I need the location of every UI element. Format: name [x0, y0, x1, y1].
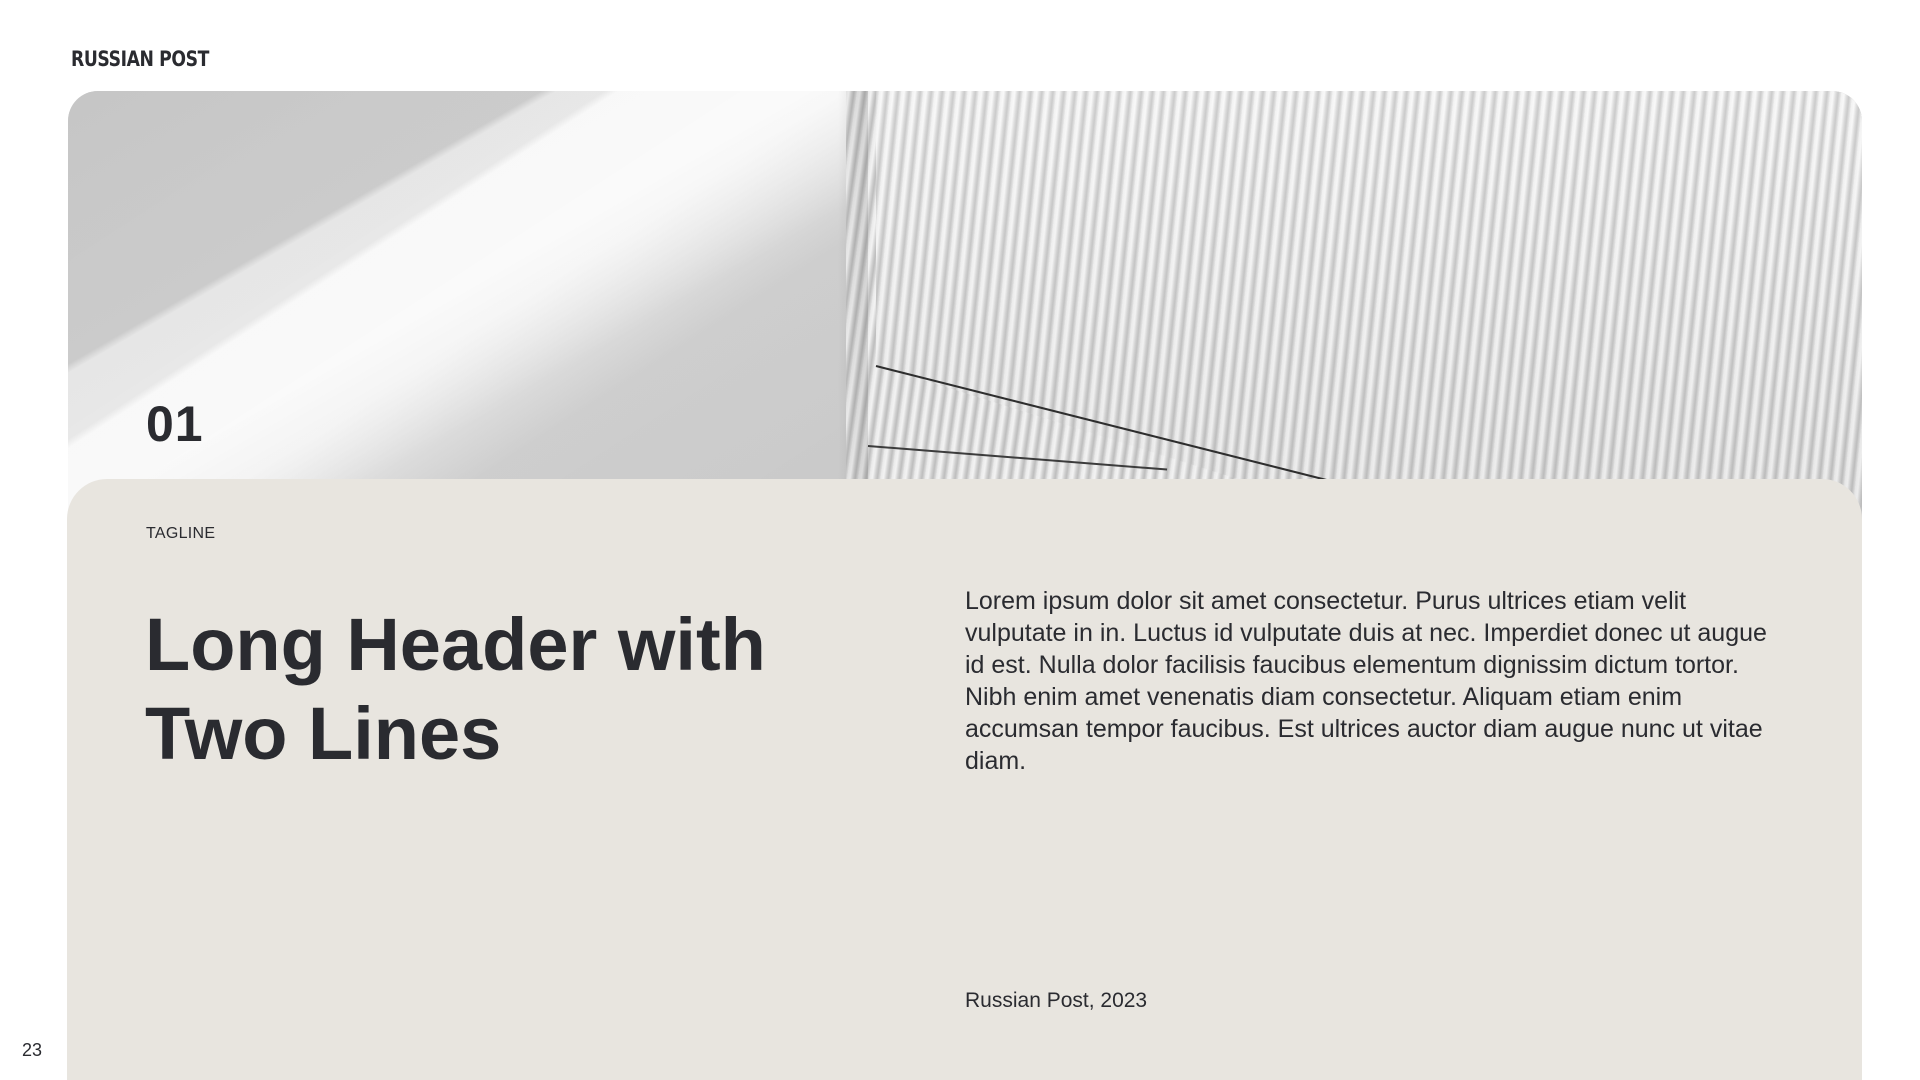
body-paragraph: Lorem ipsum dolor sit amet consectetur. …: [965, 587, 1767, 775]
page-title: Long Header with Two Lines: [145, 603, 766, 775]
footer-note: Russian Post, 2023: [965, 989, 1148, 1012]
page-number: 23: [22, 1040, 43, 1060]
russian-post-logo: RUSSIAN POST: [71, 47, 209, 71]
section-number: 01: [146, 396, 204, 452]
slide-page: RUSSIAN POST 01 TAGLINE Long Header with…: [0, 0, 1920, 1080]
tagline: TAGLINE: [146, 525, 216, 542]
